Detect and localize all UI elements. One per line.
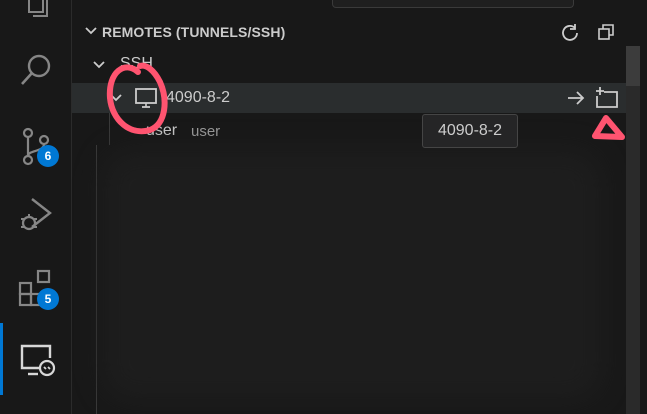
connect-arrow-icon[interactable]	[566, 88, 586, 113]
extensions-badge: 5	[37, 288, 59, 310]
refresh-icon[interactable]	[559, 21, 581, 43]
debug-icon[interactable]	[0, 193, 72, 237]
command-center-edge	[332, 0, 574, 8]
chevron-down-icon	[92, 58, 106, 77]
redacted-region	[102, 150, 602, 400]
remote-explorer-panel: REMOTES (TUNNELS/SSH) SSH 4090-8-2 user	[72, 0, 647, 414]
scrollbar-thumb[interactable]	[626, 46, 640, 86]
section-title: REMOTES (TUNNELS/SSH)	[102, 24, 286, 40]
ssh-label: SSH	[120, 55, 153, 72]
open-new-window-icon[interactable]	[594, 86, 620, 115]
user-description: user	[191, 123, 221, 140]
tree-indent-guide	[96, 145, 97, 414]
activity-bar: 6 5	[0, 0, 72, 414]
remote-explorer-icon[interactable]	[0, 338, 72, 382]
host-name: 4090-8-2	[166, 89, 231, 106]
explorer-icon[interactable]	[0, 0, 72, 22]
extensions-icon[interactable]	[0, 264, 72, 314]
collapse-all-icon[interactable]	[595, 21, 617, 43]
host-row[interactable]: 4090-8-2	[72, 83, 627, 113]
user-row[interactable]: user user	[72, 116, 627, 146]
source-control-badge: 6	[37, 145, 59, 167]
user-label: user	[146, 122, 178, 139]
scrollbar[interactable]	[626, 46, 640, 414]
host-tooltip: 4090-8-2	[422, 114, 518, 148]
source-control-icon[interactable]	[0, 122, 72, 170]
ssh-section-row[interactable]: SSH	[72, 50, 627, 80]
chevron-down-icon	[109, 91, 123, 110]
search-icon[interactable]	[0, 48, 72, 92]
chevron-down-icon	[84, 24, 98, 43]
section-header[interactable]: REMOTES (TUNNELS/SSH)	[72, 18, 647, 46]
monitor-icon	[134, 87, 158, 114]
